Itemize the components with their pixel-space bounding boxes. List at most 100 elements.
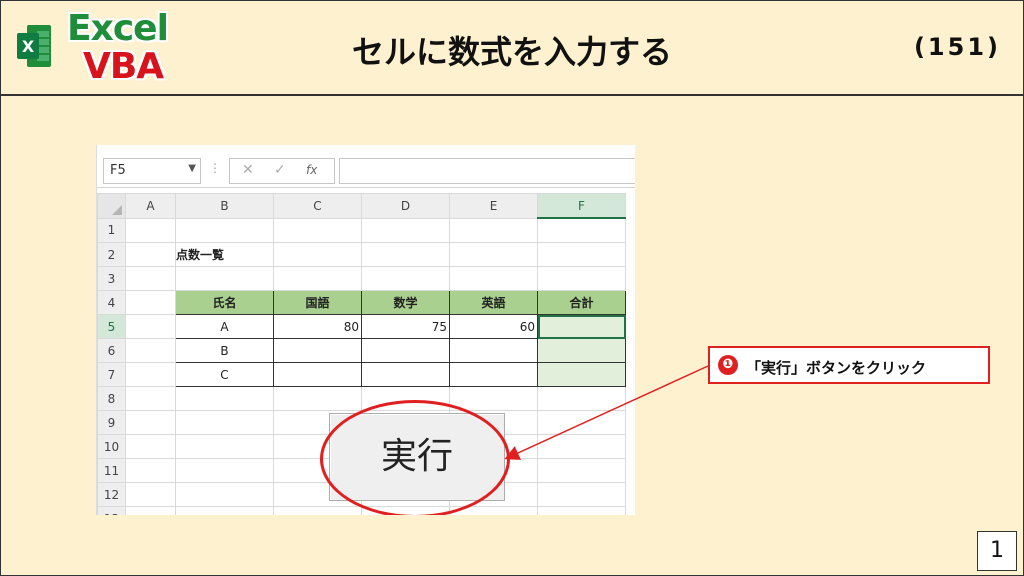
cell[interactable] <box>125 338 176 363</box>
cell[interactable] <box>361 242 450 267</box>
cell[interactable] <box>449 242 538 267</box>
table-header-name[interactable]: 氏名 <box>175 290 274 315</box>
sheet-title-cell[interactable]: 点数一覧 <box>175 242 274 267</box>
table-header-sugaku[interactable]: 数学 <box>361 290 450 315</box>
table-cell-total[interactable] <box>537 338 626 363</box>
cell[interactable] <box>125 506 176 515</box>
cell[interactable] <box>125 290 176 315</box>
table-cell-eigo[interactable] <box>449 338 538 363</box>
cell[interactable] <box>175 482 274 507</box>
formula-buttons: ✕ ✓ fx <box>229 158 335 184</box>
row-header[interactable]: 2 <box>97 242 126 267</box>
row-header[interactable]: 11 <box>97 458 126 483</box>
formula-bar: F5 ▼ ⋮ ✕ ✓ fx <box>97 145 635 188</box>
cell[interactable] <box>449 386 538 411</box>
cell[interactable] <box>125 434 176 459</box>
row-header[interactable]: 1 <box>97 217 126 243</box>
cell[interactable] <box>175 434 274 459</box>
cell[interactable] <box>125 458 176 483</box>
table-cell-eigo[interactable]: 60 <box>449 314 538 339</box>
table-cell-sugaku[interactable] <box>361 362 450 387</box>
column-header[interactable]: C <box>273 193 362 219</box>
cell[interactable] <box>273 217 362 243</box>
cell[interactable] <box>537 386 626 411</box>
cell[interactable] <box>273 506 362 515</box>
instruction-text: 「実行」ボタンをクリック <box>746 359 927 377</box>
cell[interactable] <box>125 362 176 387</box>
cell[interactable] <box>537 458 626 483</box>
column-header[interactable]: A <box>125 193 176 219</box>
row-header[interactable]: 13 <box>97 506 126 515</box>
name-box[interactable]: F5 ▼ <box>103 158 201 184</box>
table-cell-total[interactable] <box>537 362 626 387</box>
cell[interactable] <box>175 266 274 291</box>
page-title: セルに数式を入力する <box>351 33 672 71</box>
cell[interactable] <box>125 217 176 243</box>
header: X Excel VBA セルに数式を入力する (151) <box>1 1 1023 96</box>
cell[interactable] <box>537 506 626 515</box>
table-cell-sugaku[interactable]: 75 <box>361 314 450 339</box>
cell[interactable] <box>537 410 626 435</box>
check-icon[interactable]: ✓ <box>274 162 286 178</box>
cell[interactable] <box>273 242 362 267</box>
cell[interactable] <box>273 266 362 291</box>
table-cell-total-active[interactable] <box>537 314 626 339</box>
table-header-eigo[interactable]: 英語 <box>449 290 538 315</box>
cell[interactable] <box>175 386 274 411</box>
table-header-total[interactable]: 合計 <box>537 290 626 315</box>
cell[interactable] <box>175 506 274 515</box>
cell[interactable] <box>537 242 626 267</box>
row-header[interactable]: 6 <box>97 338 126 363</box>
lesson-number: (151) <box>913 33 1001 61</box>
cell[interactable] <box>537 482 626 507</box>
page-number: 1 <box>977 531 1017 571</box>
cell[interactable] <box>449 266 538 291</box>
insert-function-icon[interactable]: fx <box>306 163 317 177</box>
cell[interactable] <box>125 386 176 411</box>
cell[interactable] <box>361 266 450 291</box>
column-header[interactable]: B <box>175 193 274 219</box>
table-cell-kokugo[interactable] <box>273 362 362 387</box>
formula-input[interactable] <box>339 158 635 184</box>
row-header[interactable]: 7 <box>97 362 126 387</box>
cell[interactable] <box>537 434 626 459</box>
drag-handle-icon[interactable]: ⋮ <box>209 161 221 175</box>
row-header[interactable]: 3 <box>97 266 126 291</box>
cell[interactable] <box>537 266 626 291</box>
cell[interactable] <box>125 242 176 267</box>
table-header-kokugo[interactable]: 国語 <box>273 290 362 315</box>
column-header[interactable]: D <box>361 193 450 219</box>
cell[interactable] <box>361 217 450 243</box>
cell[interactable] <box>125 410 176 435</box>
cell[interactable] <box>175 217 274 243</box>
cell[interactable] <box>273 386 362 411</box>
row-header[interactable]: 4 <box>97 290 126 315</box>
cell[interactable] <box>449 217 538 243</box>
column-header[interactable]: E <box>449 193 538 219</box>
cancel-icon[interactable]: ✕ <box>242 162 254 178</box>
select-all-corner[interactable] <box>97 193 126 219</box>
cell[interactable] <box>125 482 176 507</box>
cell[interactable] <box>125 314 176 339</box>
table-cell-kokugo[interactable] <box>273 338 362 363</box>
row-header-selected[interactable]: 5 <box>97 314 126 339</box>
row-header[interactable]: 12 <box>97 482 126 507</box>
cell[interactable] <box>125 266 176 291</box>
cell[interactable] <box>175 458 274 483</box>
table-cell-eigo[interactable] <box>449 362 538 387</box>
chevron-down-icon[interactable]: ▼ <box>188 163 196 174</box>
row-header[interactable]: 9 <box>97 410 126 435</box>
instruction-callout: ❶ 「実行」ボタンをクリック <box>708 346 990 384</box>
excel-window: F5 ▼ ⋮ ✕ ✓ fx A B C D E F 1 2 点数一覧 3 4 氏… <box>96 145 635 515</box>
cell[interactable] <box>175 410 274 435</box>
table-cell-name[interactable]: C <box>175 362 274 387</box>
highlight-ellipse <box>320 400 510 515</box>
row-header[interactable]: 10 <box>97 434 126 459</box>
row-header[interactable]: 8 <box>97 386 126 411</box>
table-cell-sugaku[interactable] <box>361 338 450 363</box>
table-cell-name[interactable]: A <box>175 314 274 339</box>
table-cell-kokugo[interactable]: 80 <box>273 314 362 339</box>
column-header-selected[interactable]: F <box>537 193 626 219</box>
table-cell-name[interactable]: B <box>175 338 274 363</box>
cell[interactable] <box>537 217 626 243</box>
